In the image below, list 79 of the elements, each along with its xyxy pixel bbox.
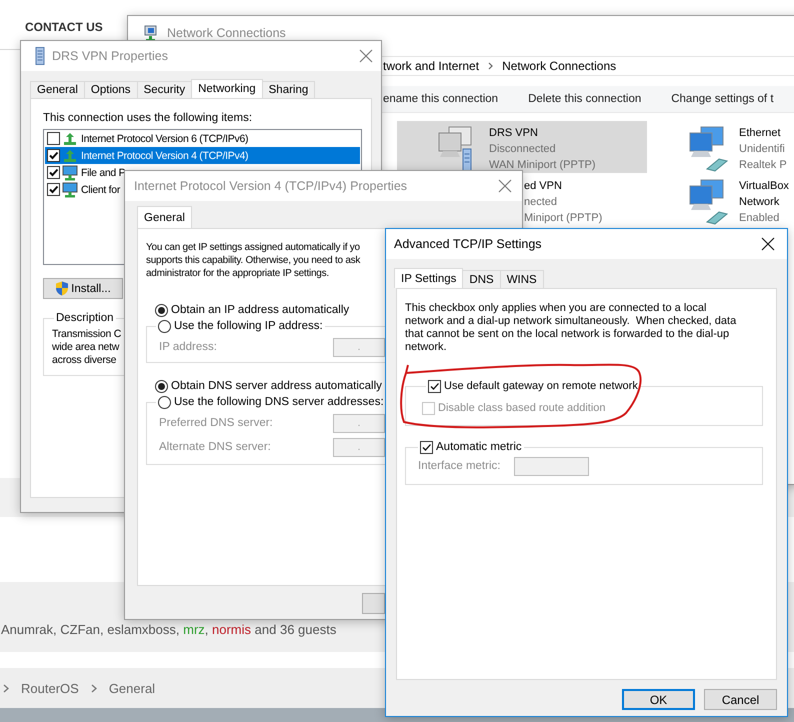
breadcrumb-link[interactable]: General — [108, 680, 156, 696]
list-item[interactable]: Internet Protocol Version 4 (TCP/IPv4) — [45, 147, 360, 164]
dialog-button[interactable]: Cancel — [704, 689, 777, 710]
gateway-note-text: This checkbox only applies when you are connected to a local network and a dial-up network simultaneously. When checked, data that cannot be sent on the local network is forwarded to the dial-up network. — [405, 302, 736, 354]
radio-button[interactable] — [158, 320, 171, 332]
tab[interactable]: General — [137, 206, 192, 228]
checkbox[interactable] — [420, 440, 433, 454]
address-breadcrumb[interactable]: Network Connections — [502, 59, 616, 73]
checkbox-label: Automatic metric — [436, 440, 522, 454]
radio-label: Use the following DNS server addresses: — [174, 395, 384, 409]
connection-detail: nected — [524, 195, 558, 210]
address-breadcrumb[interactable]: twork and Internet — [383, 59, 480, 73]
checkbox[interactable] — [47, 149, 60, 162]
field-label: Interface metric: — [418, 459, 502, 473]
online-users-text: Anumrak, CZFan, eslamxboss, mrz, normis and 36 guests — [1, 622, 338, 638]
dialog-button[interactable]: OK — [622, 689, 695, 710]
connection-tile[interactable]: DRS VPN Disconnected WAN Miniport (PPTP) — [397, 121, 647, 173]
computer-icon — [62, 164, 78, 180]
computer-icon — [62, 182, 78, 198]
connection-name: ed VPN — [524, 179, 563, 194]
connection-tile[interactable]: ed VPN nected Miniport (PPTP) — [524, 177, 602, 229]
window-title: Network Connections — [167, 26, 287, 40]
window-title: Advanced TCP/IP Settings — [394, 237, 543, 251]
close-button[interactable] — [761, 237, 775, 251]
connection-name: Network — [739, 195, 780, 210]
network-protocol-icon — [62, 130, 78, 146]
list-item[interactable]: Internet Protocol Version 6 (TCP/IPv6) — [45, 130, 250, 147]
group-legend: Description — [56, 311, 114, 325]
breadcrumb-link[interactable]: RouterOS — [21, 680, 79, 696]
connection-name: VirtualBox — [739, 179, 789, 194]
connection-name: DRS VPN — [489, 126, 539, 141]
tab[interactable]: Networking — [191, 79, 263, 98]
window-title: DRS VPN Properties — [52, 49, 170, 63]
toolbar-command[interactable]: Change settings of t — [671, 93, 774, 105]
checkbox[interactable] — [47, 166, 60, 179]
tab[interactable]: Sharing — [262, 81, 316, 98]
install-button[interactable]: Install... — [43, 278, 123, 299]
tab[interactable]: IP Settings — [394, 268, 464, 288]
tab[interactable]: Security — [136, 81, 192, 98]
shield-icon — [55, 281, 70, 296]
radio-label: Obtain an IP address automatically — [171, 303, 350, 317]
connection-detail: Miniport (PPTP) — [524, 211, 602, 226]
nav-link[interactable]: CONTACT US — [25, 20, 103, 34]
field-label: Preferred DNS server: — [159, 416, 274, 430]
radio-button[interactable] — [155, 380, 168, 392]
checkbox-label: Use default gateway on remote network — [444, 379, 638, 393]
radio-label: Obtain DNS server address automatically — [171, 379, 382, 393]
tab[interactable]: Options — [84, 81, 138, 98]
radio-button[interactable] — [155, 304, 168, 316]
description-text: Transmission C wide area netw across diverse — [52, 328, 122, 367]
toolbar-command[interactable]: Delete this connection — [528, 93, 642, 105]
window-title: Internet Protocol Version 4 (TCP/IPv4) Properties — [134, 179, 408, 193]
checkbox[interactable] — [428, 380, 441, 392]
chevron-icon — [488, 62, 494, 70]
connection-name: Ethernet — [739, 126, 782, 141]
radio-button[interactable] — [158, 396, 171, 408]
field-label: IP address: — [159, 340, 218, 354]
connection-detail: Disconnected — [489, 142, 557, 157]
tab[interactable]: WINS — [500, 270, 544, 288]
tab[interactable]: General — [30, 81, 85, 98]
connection-detail: WAN Miniport (PPTP) — [489, 158, 596, 173]
items-label: This connection uses the following items: — [43, 111, 254, 125]
checkbox[interactable] — [47, 183, 60, 196]
chevron-icon — [3, 684, 9, 692]
toolbar-command[interactable]: ename this connection — [383, 93, 498, 105]
connection-detail: Enabled — [739, 211, 780, 226]
server-icon — [35, 47, 45, 65]
radio-label: Use the following IP address: — [174, 319, 323, 333]
checkbox-label: Disable class based route addition — [438, 401, 606, 415]
list-item[interactable]: Client for — [45, 181, 122, 198]
intro-text: You can get IP settings assigned automatically if yo supports this capability. Otherwise, you need to ask administrator for the appropriate IP settings. — [146, 241, 360, 280]
connection-detail: Realtek P — [739, 158, 787, 173]
connection-detail: Unidentifi — [739, 142, 786, 157]
chevron-icon — [90, 684, 97, 692]
connection-tile[interactable]: Ethernet Unidentifi Realtek P — [685, 121, 787, 173]
connection-tile[interactable]: VirtualBox Network Enabled — [685, 177, 789, 229]
field-label: Alternate DNS server: — [159, 440, 272, 454]
checkbox[interactable] — [47, 132, 60, 145]
network-protocol-icon — [62, 148, 78, 164]
